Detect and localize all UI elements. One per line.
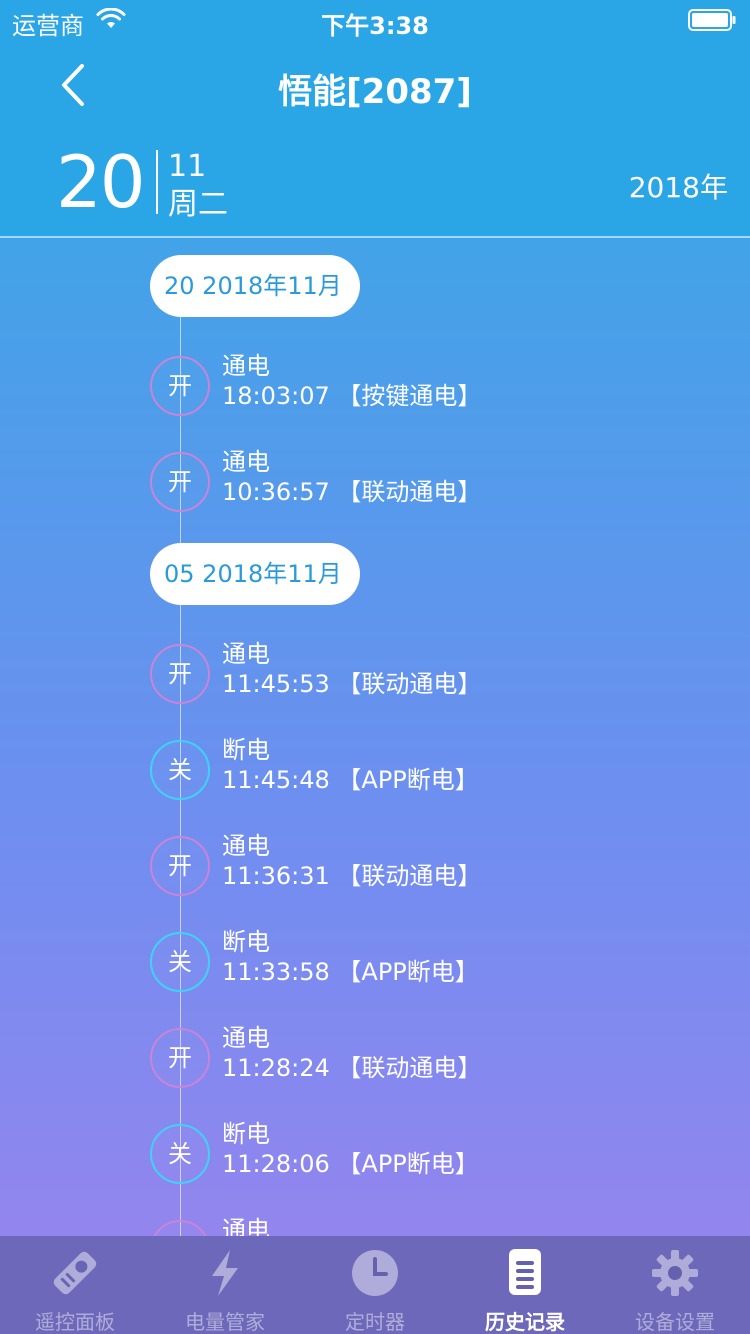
history-entry: 开 通电 11:36:31 【联动通电】 (150, 830, 570, 900)
on-badge: 开 (150, 1028, 210, 1088)
date-group-pill: 05 2018年11月 (150, 543, 360, 605)
entry-type: 通电 (222, 1024, 270, 1052)
date-group-pill: 20 2018年11月 (150, 255, 360, 317)
off-badge: 关 (150, 932, 210, 992)
tab-remote-panel[interactable]: 遥控面板 (0, 1236, 150, 1334)
on-badge: 开 (150, 644, 210, 704)
status-bar: 运营商 下午3:38 (0, 0, 750, 40)
on-badge: 开 (150, 836, 210, 896)
entry-type: 通电 (222, 640, 270, 668)
entry-detail: 10:36:57 【联动通电】 (222, 478, 482, 506)
clock-icon (352, 1250, 398, 1296)
tab-history[interactable]: 历史记录 (450, 1236, 600, 1334)
current-month: 11 (168, 149, 207, 184)
lightning-icon (212, 1250, 238, 1296)
document-icon (509, 1249, 541, 1295)
on-badge: 开 (150, 452, 210, 512)
off-badge: 关 (150, 740, 210, 800)
tab-label: 遥控面板 (35, 1310, 115, 1334)
entry-detail: 11:33:58 【APP断电】 (222, 958, 479, 986)
entry-detail: 11:45:53 【联动通电】 (222, 670, 482, 698)
tab-label: 历史记录 (485, 1310, 565, 1334)
tab-label: 电量管家 (185, 1310, 265, 1334)
current-day: 20 (56, 140, 146, 224)
tab-label: 设备设置 (635, 1310, 715, 1334)
entry-type: 断电 (222, 1120, 270, 1148)
on-badge: 开 (150, 356, 210, 416)
entry-type: 断电 (222, 928, 270, 956)
entry-type: 通电 (222, 1216, 270, 1236)
history-entry: 关 断电 11:45:48 【APP断电】 (150, 734, 570, 804)
tab-timer[interactable]: 定时器 (300, 1236, 450, 1334)
history-entry: 开 通电 11:28:24 【联动通电】 (150, 1022, 570, 1092)
entry-detail: 11:45:48 【APP断电】 (222, 766, 479, 794)
entry-detail: 11:28:24 【联动通电】 (222, 1054, 482, 1082)
entry-detail: 11:36:31 【联动通电】 (222, 862, 482, 890)
date-divider (156, 150, 158, 214)
tab-bar: 遥控面板 电量管家 定时器 历史记录 设备设置 (0, 1236, 750, 1334)
tab-power-manager[interactable]: 电量管家 (150, 1236, 300, 1334)
remote-icon (53, 1251, 97, 1295)
entry-type: 通电 (222, 448, 270, 476)
entry-detail: 11:28:06 【APP断电】 (222, 1150, 479, 1178)
entry-type: 断电 (222, 736, 270, 764)
tab-label: 定时器 (345, 1310, 405, 1334)
entry-type: 通电 (222, 832, 270, 860)
current-weekday: 周二 (168, 187, 228, 222)
gear-icon (652, 1250, 698, 1296)
entry-type: 通电 (222, 352, 270, 380)
history-entry: 关 断电 11:28:06 【APP断电】 (150, 1118, 570, 1188)
page-title: 悟能[2087] (278, 72, 472, 112)
year-selector[interactable]: 2018年 (629, 166, 728, 206)
history-entry: 开 通电 18:03:07 【按键通电】 (150, 350, 570, 420)
status-time: 下午3:38 (321, 12, 429, 40)
history-entry: 开 通电 10:36:57 【联动通电】 (150, 446, 570, 516)
tab-device-settings[interactable]: 设备设置 (600, 1236, 750, 1334)
history-entry: 关 断电 11:33:58 【APP断电】 (150, 926, 570, 996)
on-badge: 开 (150, 1220, 210, 1236)
entry-detail: 18:03:07 【按键通电】 (222, 382, 482, 410)
history-entry: 开 通电 (150, 1214, 570, 1236)
history-timeline[interactable]: 20 2018年11月 开 通电 18:03:07 【按键通电】 开 通电 10… (0, 238, 750, 1236)
off-badge: 关 (150, 1124, 210, 1184)
history-entry: 开 通电 11:45:53 【联动通电】 (150, 638, 570, 708)
battery-icon (688, 9, 736, 31)
